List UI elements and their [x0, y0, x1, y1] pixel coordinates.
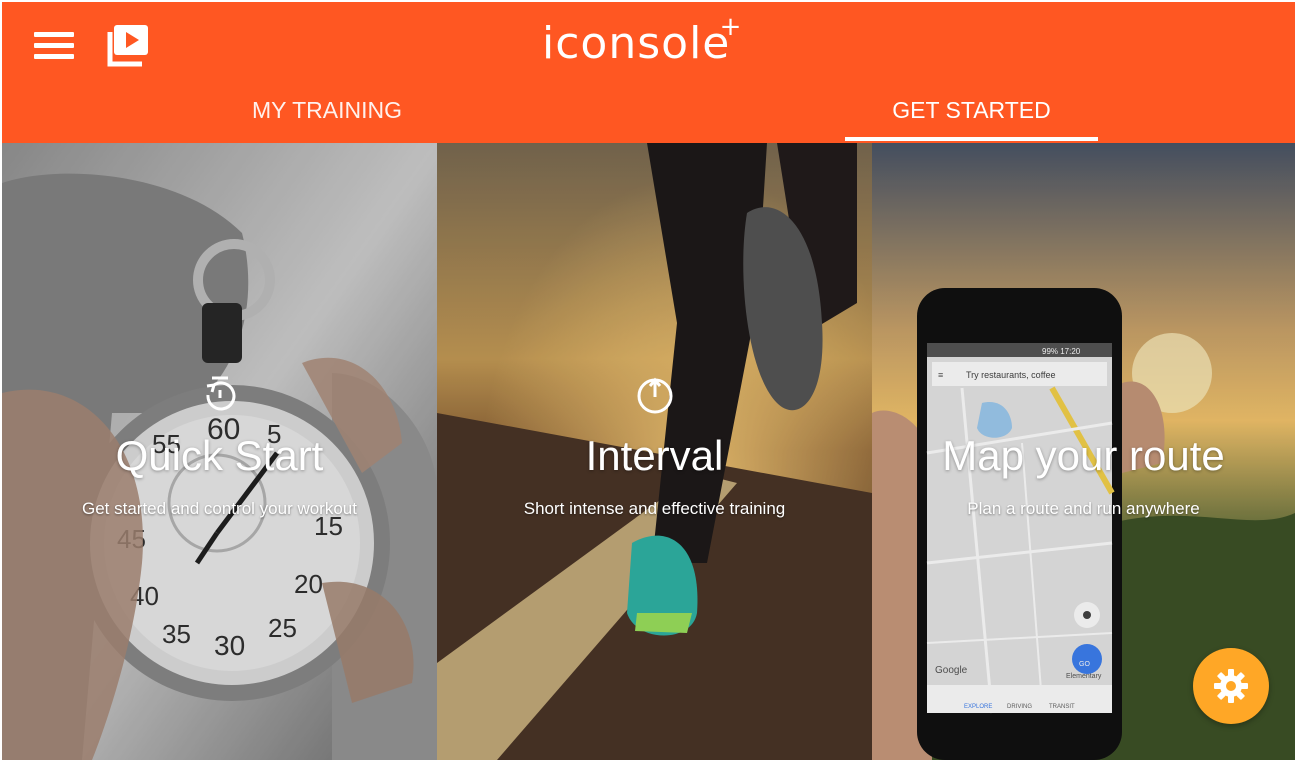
logo-text: iconsole	[542, 18, 731, 69]
tab-my-training[interactable]: MY TRAINING	[202, 86, 452, 136]
card-quick-start[interactable]: 60 5 55 45 40 35 30 25 20 15 Quick Start…	[2, 143, 437, 760]
tab-get-started[interactable]: GET STARTED	[845, 86, 1098, 136]
app-bar: iconsole + MY TRAINING GET STARTED	[2, 2, 1295, 143]
hamburger-menu-icon[interactable]	[30, 26, 78, 66]
quick-start-content: Quick Start Get started and control your…	[2, 373, 437, 519]
card-subtitle-interval: Short intense and effective training	[523, 499, 786, 518]
timer-reset-icon	[205, 376, 235, 411]
video-library-icon[interactable]	[106, 22, 156, 68]
app-logo: iconsole +	[542, 12, 741, 78]
active-tab-indicator	[845, 137, 1098, 141]
gear-icon	[1214, 669, 1248, 703]
card-title-map-route: Map your route	[942, 432, 1225, 479]
card-subtitle-quick-start: Get started and control your workout	[82, 499, 357, 518]
card-title-interval: Interval	[585, 432, 724, 479]
power-icon	[637, 377, 672, 414]
logo-plus: +	[719, 12, 743, 42]
map-route-content: Map your route Plan a route and run anyw…	[872, 373, 1295, 519]
card-title-quick-start: Quick Start	[115, 432, 324, 479]
card-interval[interactable]: Interval Short intense and effective tra…	[437, 143, 872, 760]
workout-cards: 60 5 55 45 40 35 30 25 20 15 Quick Start…	[2, 143, 1295, 760]
card-subtitle-map-route: Plan a route and run anywhere	[967, 499, 1200, 518]
settings-button[interactable]	[1193, 648, 1269, 724]
map-route-icon	[1062, 373, 1106, 417]
interval-content: Interval Short intense and effective tra…	[437, 373, 872, 519]
